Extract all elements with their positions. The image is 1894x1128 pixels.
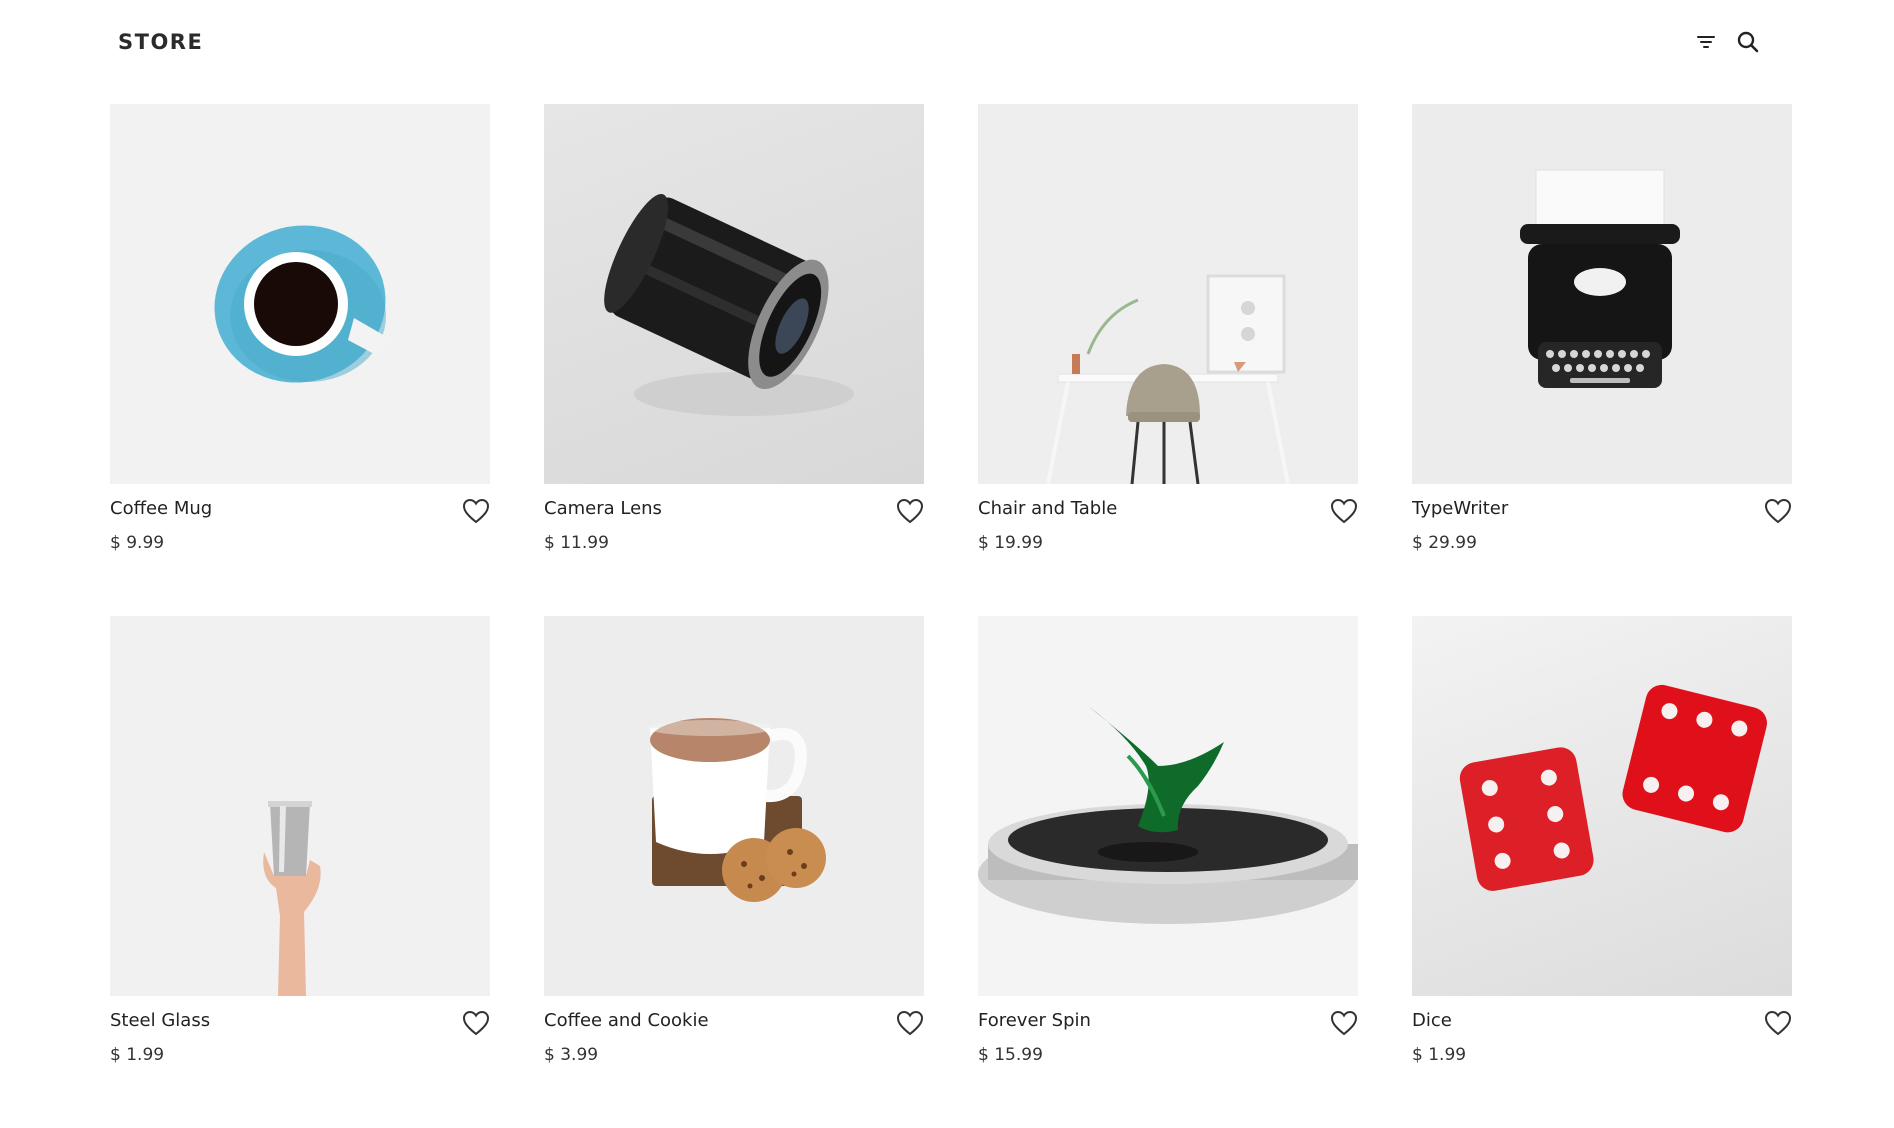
product-name[interactable]: Steel Glass	[110, 1010, 210, 1031]
product-image-dice[interactable]	[1412, 616, 1792, 996]
product-price: $ 15.99	[978, 1045, 1043, 1065]
product-card[interactable]: Forever Spin $ 15.99	[978, 616, 1358, 1128]
product-name[interactable]: Chair and Table	[978, 498, 1117, 519]
product-image-coffee-and-cookie[interactable]	[544, 616, 924, 996]
product-image-camera-lens[interactable]	[544, 104, 924, 484]
product-price: $ 1.99	[1412, 1045, 1467, 1065]
product-price: $ 19.99	[978, 533, 1043, 553]
product-name[interactable]: TypeWriter	[1412, 498, 1508, 519]
product-image-coffee-mug[interactable]	[110, 104, 490, 484]
product-image-typewriter[interactable]	[1412, 104, 1792, 484]
heart-icon[interactable]	[461, 496, 491, 526]
product-image-chair-and-table[interactable]	[978, 104, 1358, 484]
product-image-forever-spin[interactable]	[978, 616, 1358, 996]
product-card[interactable]: Camera Lens $ 11.99	[544, 104, 924, 616]
heart-icon[interactable]	[895, 496, 925, 526]
heart-icon[interactable]	[1763, 496, 1793, 526]
product-card[interactable]: Coffee and Cookie $ 3.99	[544, 616, 924, 1128]
product-name[interactable]: Coffee Mug	[110, 498, 212, 519]
product-name[interactable]: Coffee and Cookie	[544, 1010, 709, 1031]
product-name[interactable]: Forever Spin	[978, 1010, 1091, 1031]
product-image-steel-glass[interactable]	[110, 616, 490, 996]
heart-icon[interactable]	[1329, 1008, 1359, 1038]
filter-icon[interactable]	[1692, 28, 1720, 56]
header-actions	[1692, 28, 1762, 56]
product-card[interactable]: TypeWriter $ 29.99	[1412, 104, 1792, 616]
search-icon[interactable]	[1734, 28, 1762, 56]
product-name[interactable]: Dice	[1412, 1010, 1452, 1031]
header: STORE	[0, 0, 1894, 86]
product-price: $ 11.99	[544, 533, 609, 553]
product-grid: Coffee Mug $ 9.99 Camera Lens $ 11.99 Ch…	[110, 104, 1792, 1128]
store-logo[interactable]: STORE	[118, 30, 203, 54]
product-price: $ 3.99	[544, 1045, 599, 1065]
product-price: $ 1.99	[110, 1045, 165, 1065]
product-price: $ 9.99	[110, 533, 165, 553]
heart-icon[interactable]	[1763, 1008, 1793, 1038]
heart-icon[interactable]	[1329, 496, 1359, 526]
product-card[interactable]: Chair and Table $ 19.99	[978, 104, 1358, 616]
product-price: $ 29.99	[1412, 533, 1477, 553]
heart-icon[interactable]	[895, 1008, 925, 1038]
heart-icon[interactable]	[461, 1008, 491, 1038]
product-card[interactable]: Steel Glass $ 1.99	[110, 616, 490, 1128]
product-name[interactable]: Camera Lens	[544, 498, 662, 519]
product-card[interactable]: Dice $ 1.99	[1412, 616, 1792, 1128]
product-card[interactable]: Coffee Mug $ 9.99	[110, 104, 490, 616]
